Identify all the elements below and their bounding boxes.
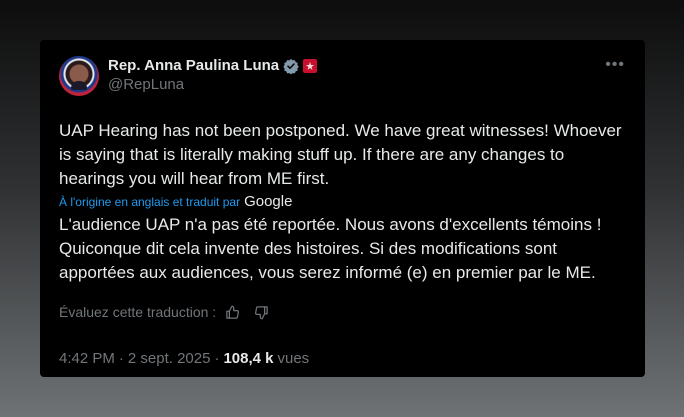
tweet-date[interactable]: 2 sept. 2025: [128, 350, 211, 367]
government-flag-icon: [303, 58, 318, 73]
more-options-icon[interactable]: •••: [605, 57, 626, 73]
meta-separator: ·: [214, 350, 220, 367]
views-count[interactable]: 108,4 k: [223, 350, 273, 367]
author-block: Rep. Anna Paulina Luna @RepLuna: [108, 56, 318, 94]
translation-note-text[interactable]: À l'origine en anglais et traduit par: [59, 195, 240, 209]
avatar[interactable]: [59, 56, 99, 96]
tweet-header: Rep. Anna Paulina Luna @RepLuna •••: [59, 56, 626, 100]
google-logo-text: Google: [244, 193, 293, 210]
author-handle[interactable]: @RepLuna: [108, 75, 317, 94]
translation-note: À l'origine en anglais et traduit par Go…: [59, 193, 626, 211]
rate-translation-label: Évaluez cette traduction :: [59, 304, 217, 320]
tweet-meta: 4:42 PM · 2 sept. 2025 · 108,4 k vues: [59, 350, 626, 367]
translated-text: L'audience UAP n'a pas été reportée. Nou…: [59, 215, 602, 282]
thumbs-up-icon[interactable]: [225, 305, 240, 320]
author-display-name[interactable]: Rep. Anna Paulina Luna: [108, 56, 279, 75]
views-label: vues: [277, 350, 310, 367]
verified-badge-icon[interactable]: [283, 58, 299, 74]
tweet-text: UAP Hearing has not been postponed. We h…: [59, 121, 622, 188]
tweet-card: Rep. Anna Paulina Luna @RepLuna ••• UAP …: [40, 40, 645, 377]
rate-translation: Évaluez cette traduction :: [59, 302, 626, 322]
tweet-time[interactable]: 4:42 PM: [59, 350, 115, 367]
thumbs-down-icon[interactable]: [254, 305, 269, 320]
meta-separator: ·: [118, 350, 124, 367]
author-name-row: Rep. Anna Paulina Luna: [108, 56, 318, 75]
